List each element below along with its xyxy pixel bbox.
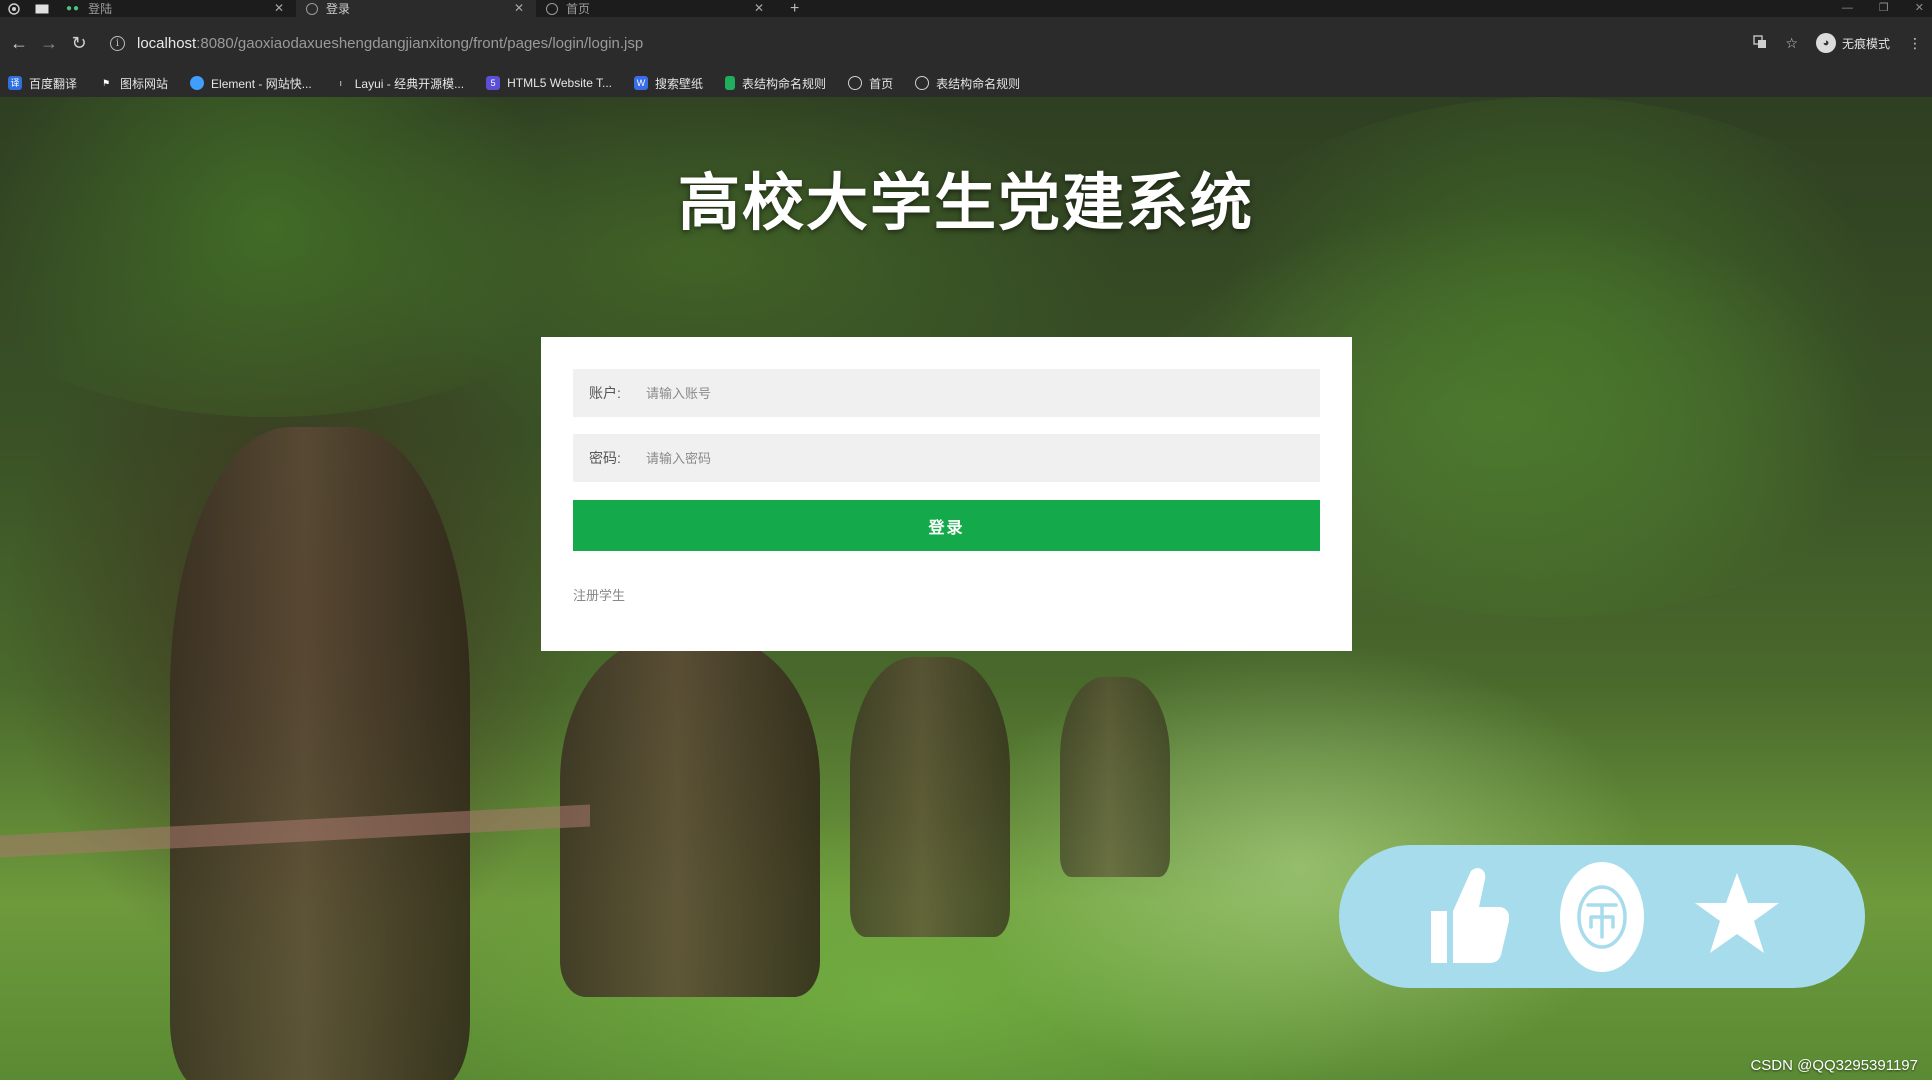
bookmark-item[interactable]: ⚑ 图标网站 bbox=[99, 75, 168, 92]
bookmark-label: 百度翻译 bbox=[29, 76, 78, 91]
bookmark-item[interactable]: 表结构命名规则 bbox=[915, 75, 1020, 92]
browser-tab-bar: ●● 登陆 ✕ 登录 ✕ 首页 ✕ + — ❐ ✕ bbox=[0, 0, 1932, 17]
reload-icon[interactable]: ↻ bbox=[64, 33, 94, 54]
page-title: 高校大学生党建系统 bbox=[677, 166, 1254, 239]
element-icon bbox=[190, 76, 205, 90]
restore-icon[interactable]: ❐ bbox=[1879, 0, 1889, 17]
tab-favicon-icon: ●● bbox=[66, 3, 81, 14]
floating-action-bar bbox=[1339, 845, 1865, 988]
background-tree-trunk bbox=[170, 427, 470, 1080]
bookmark-label: Element - 网站快... bbox=[211, 76, 312, 91]
bookmark-item[interactable]: ı Layui - 经典开源模... bbox=[334, 75, 464, 92]
tab-close-icon[interactable]: ✕ bbox=[274, 0, 284, 17]
forward-icon[interactable]: → bbox=[34, 33, 64, 54]
bookmark-item[interactable]: 表结构命名规则 bbox=[725, 75, 826, 92]
bookmark-item[interactable]: 译百度翻译 bbox=[8, 75, 77, 92]
browser-menu-icon[interactable]: ⋮ bbox=[1908, 35, 1922, 52]
incognito-icon: ◕ bbox=[1815, 33, 1836, 53]
back-icon[interactable]: ← bbox=[4, 33, 34, 54]
new-tab-icon[interactable]: + bbox=[790, 0, 799, 17]
bookmark-label: 表结构命名规则 bbox=[742, 76, 827, 91]
translate-page-icon[interactable] bbox=[1753, 34, 1767, 52]
bookmark-star-icon[interactable]: ☆ bbox=[1785, 35, 1798, 52]
address-bar-row: ← → ↻ i localhost:8080/gaoxiaodaxuesheng… bbox=[0, 17, 1932, 69]
password-field: 密码: bbox=[573, 434, 1320, 482]
tab-title: 登陆 bbox=[88, 2, 113, 16]
incognito-label: 无痕模式 bbox=[1841, 36, 1890, 51]
url-field[interactable]: i localhost:8080/gaoxiaodaxueshengdangji… bbox=[110, 17, 643, 69]
tab-3[interactable]: 首页 ✕ bbox=[536, 0, 776, 17]
tab-close-icon[interactable]: ✕ bbox=[514, 0, 524, 17]
bookmark-label: 图标网站 bbox=[120, 76, 169, 91]
tab-favicon-icon bbox=[546, 2, 558, 15]
watermark: CSDN @QQ3295391197 bbox=[1750, 1057, 1918, 1074]
bookmark-item[interactable]: W 搜索壁纸 bbox=[634, 75, 703, 92]
account-input[interactable] bbox=[644, 384, 1320, 402]
account-label: 账户: bbox=[589, 385, 621, 401]
password-label: 密码: bbox=[589, 450, 621, 466]
background-tree-trunk bbox=[850, 657, 1010, 937]
star-icon bbox=[1695, 872, 1780, 953]
background-foliage bbox=[0, 97, 620, 417]
site-info-icon[interactable]: i bbox=[110, 35, 125, 51]
bookmark-label: 搜索壁纸 bbox=[655, 76, 704, 91]
bookmark-label: HTML5 Website T... bbox=[507, 76, 613, 90]
bookmark-item[interactable]: 首页 bbox=[848, 75, 893, 92]
coin-button[interactable] bbox=[1559, 861, 1644, 972]
login-page: 高校大学生党建系统 账户: 密码: 登录 注册学生 bbox=[0, 97, 1932, 1080]
minimize-icon[interactable]: — bbox=[1842, 0, 1853, 17]
account-field: 账户: bbox=[573, 369, 1320, 417]
tab-title: 首页 bbox=[566, 2, 591, 16]
tab-1[interactable]: ●● 登陆 ✕ bbox=[56, 0, 296, 17]
login-button[interactable]: 登录 bbox=[573, 500, 1320, 551]
password-input[interactable] bbox=[644, 449, 1320, 467]
like-button[interactable] bbox=[1425, 862, 1509, 972]
html5-icon: 5 bbox=[486, 76, 501, 90]
bookmark-label: Layui - 经典开源模... bbox=[354, 76, 465, 91]
globe-icon bbox=[915, 76, 930, 90]
background-tree-trunk bbox=[1060, 677, 1170, 877]
favorite-button[interactable] bbox=[1695, 862, 1780, 972]
coin-icon bbox=[1559, 861, 1644, 972]
tab-2[interactable]: 登录 ✕ bbox=[296, 0, 536, 17]
register-student-link[interactable]: 注册学生 bbox=[573, 585, 625, 604]
flag-icon: ⚑ bbox=[101, 78, 111, 88]
tab-title: 登录 bbox=[326, 2, 351, 16]
bookmark-label: 表结构命名规则 bbox=[936, 76, 1021, 91]
login-form: 账户: 密码: 登录 注册学生 bbox=[541, 337, 1352, 651]
window-controls: — ❐ ✕ bbox=[1842, 0, 1924, 17]
bookmark-item[interactable]: Element - 网站快... bbox=[190, 75, 312, 92]
bookmarks-bar: 译百度翻译 ⚑ 图标网站 Element - 网站快... ı Layui - 经典… bbox=[0, 69, 1932, 97]
globe-icon bbox=[848, 76, 863, 90]
bookmark-label: 首页 bbox=[869, 76, 894, 91]
translate-icon: 译 bbox=[8, 76, 22, 90]
url-host: localhost bbox=[137, 34, 197, 52]
close-window-icon[interactable]: ✕ bbox=[1915, 0, 1924, 17]
background-tree-trunk bbox=[560, 637, 820, 997]
tab-favicon-icon bbox=[306, 2, 318, 15]
tab-close-icon[interactable]: ✕ bbox=[754, 0, 764, 17]
incognito-profile-button[interactable]: ◕ 无痕模式 bbox=[1815, 33, 1890, 53]
tab-overview-icon[interactable] bbox=[28, 0, 56, 17]
thumbs-up-icon bbox=[1430, 867, 1509, 963]
doc-icon bbox=[725, 76, 736, 90]
browser-logo-icon bbox=[0, 0, 28, 17]
wallpaper-icon: W bbox=[634, 76, 649, 90]
layui-icon: ı bbox=[339, 78, 342, 88]
address-bar-actions: ☆ ◕ 无痕模式 ⋮ bbox=[1753, 17, 1922, 69]
url-path: :8080/gaoxiaodaxueshengdangjianxitong/fr… bbox=[196, 34, 644, 52]
bookmark-item[interactable]: 5 HTML5 Website T... bbox=[486, 76, 612, 90]
